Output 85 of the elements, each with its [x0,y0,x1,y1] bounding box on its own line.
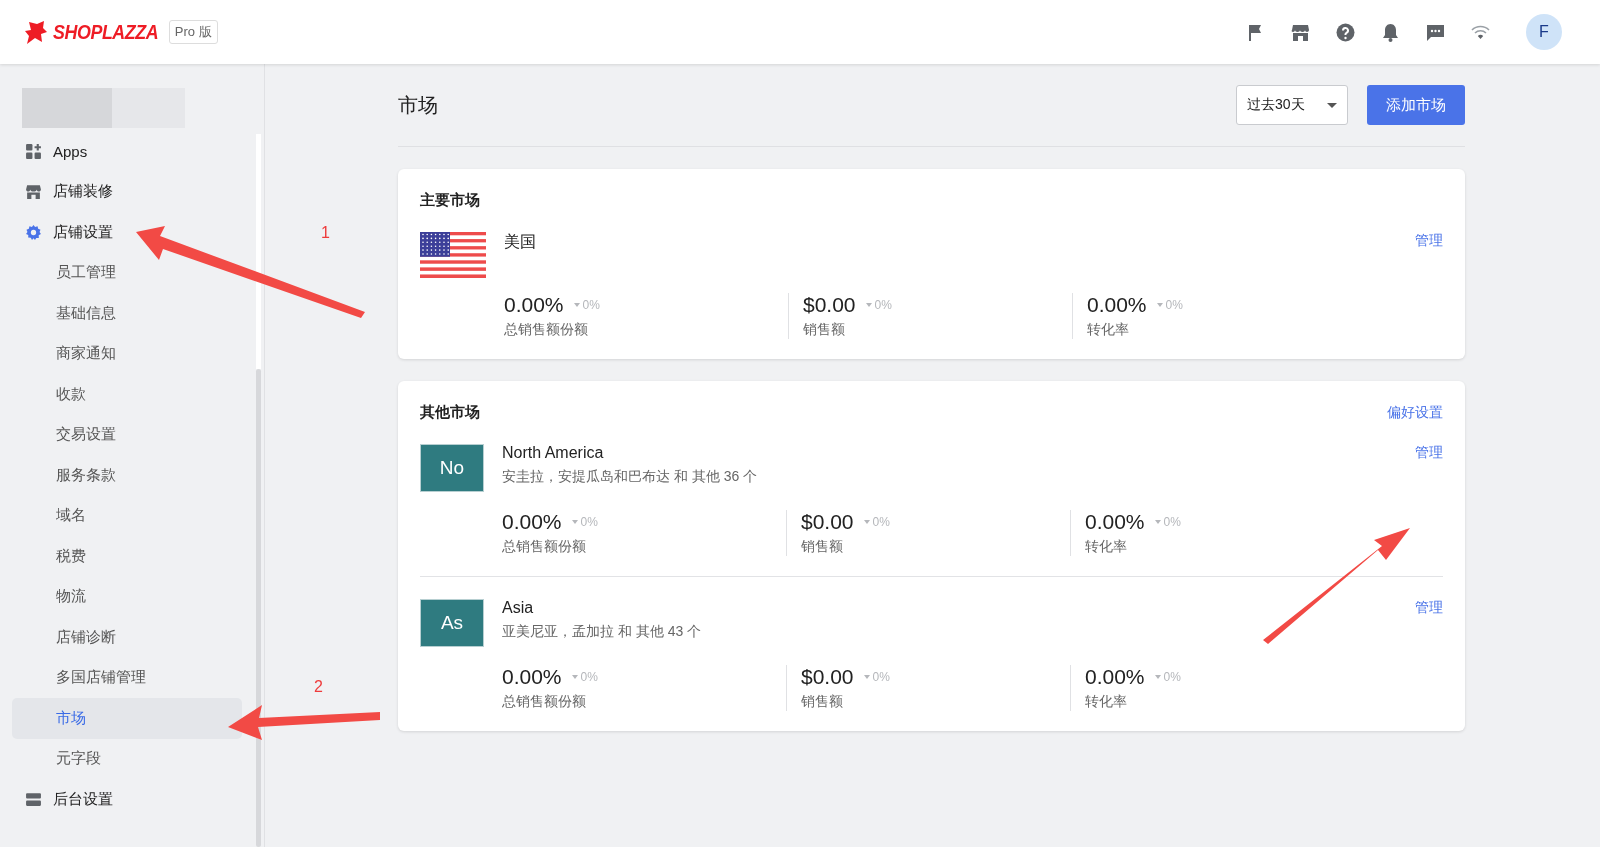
manage-link[interactable]: 管理 [1415,444,1443,462]
sidebar-subitem[interactable]: 域名 [12,495,242,536]
caret-down-icon [1154,675,1161,679]
change-percent: 0% [1163,670,1181,684]
metric-label: 总销售额份额 [502,538,587,556]
sidebar-subitem[interactable]: 市场 [12,698,242,739]
metric-label: 销售额 [801,693,844,711]
metric-value: 0.00% [502,665,562,689]
annotation-number: 2 [314,678,323,696]
change-percent: 0% [580,515,598,529]
caret-down-icon [865,303,872,307]
add-market-button[interactable]: 添加市场 [1367,85,1465,125]
caret-down-icon [573,303,580,307]
metric-label: 转化率 [1087,321,1130,339]
sidebar-subitem[interactable]: 交易设置 [12,414,242,455]
change-percent: 0% [874,298,892,312]
change-percent: 0% [1163,515,1181,529]
market-regions: 安圭拉，安提瓜岛和巴布达 和 其他 36 个 [502,468,759,486]
change-percent: 0% [872,670,890,684]
sidebar-subitem[interactable]: 收款 [12,374,242,415]
metric-label: 总销售额份额 [504,321,589,339]
caret-down-icon [863,675,870,679]
market-name: North America [502,444,604,462]
sidebar-subitem[interactable]: 商家通知 [12,333,242,374]
sidebar-subitem[interactable]: 员工管理 [12,252,242,293]
plan-badge: Pro 版 [168,20,218,44]
sidebar-subitem[interactable]: 服务条款 [12,455,242,496]
date-range-select[interactable]: 过去30天 [1236,85,1348,125]
metric-value: $0.00 [801,665,854,689]
metric-label: 转化率 [1085,693,1128,711]
caret-down-icon [1156,303,1163,307]
metric-label: 转化率 [1085,538,1128,556]
scrollbar[interactable] [256,369,261,847]
store-icon [25,183,42,201]
sidebar-subitem[interactable]: 税费 [12,536,242,577]
card-heading: 其他市场 [420,403,480,422]
caret-down-icon [1154,520,1161,524]
change-percent: 0% [1165,298,1183,312]
caret-down-icon [863,520,870,524]
sidebar-subitem[interactable]: 元字段 [12,738,242,779]
market-name: Asia [502,599,534,617]
help-icon[interactable] [1336,22,1355,42]
user-avatar[interactable]: F [1526,14,1562,50]
preferences-link[interactable]: 偏好设置 [1387,403,1443,422]
logo-icon [25,19,47,45]
metric-value: $0.00 [803,293,856,317]
sidebar-subitem[interactable]: 店铺诊断 [12,617,242,658]
metric-label: 销售额 [803,321,846,339]
change-percent: 0% [582,298,600,312]
caret-down-icon [571,675,578,679]
annotation-number: 1 [321,224,330,242]
metric-value: 0.00% [502,510,562,534]
manage-link[interactable]: 管理 [1415,232,1443,250]
settings-icon [25,223,42,241]
metric-value: 0.00% [1085,510,1145,534]
chat-icon[interactable] [1426,22,1445,42]
market-name: 美国 [504,232,536,252]
sidebar-item[interactable]: Apps [12,131,252,172]
flag-drawing [420,232,486,278]
apps-icon [25,142,42,160]
metric-label: 销售额 [801,538,844,556]
bell-icon[interactable] [1381,22,1400,42]
metric-value: 0.00% [1085,665,1145,689]
sidebar-item[interactable]: 后台设置 [12,779,252,820]
manage-link[interactable]: 管理 [1415,599,1443,617]
sidebar-subitem[interactable]: 多国店铺管理 [12,657,242,698]
sidebar-item[interactable]: 店铺设置 [12,212,252,253]
sidebar-item[interactable]: 店铺装修 [12,171,252,212]
metric-value: 0.00% [504,293,564,317]
sidebar-subitem[interactable]: 基础信息 [12,293,242,334]
metric-label: 总销售额份额 [502,693,587,711]
caret-down-icon [571,520,578,524]
store-icon[interactable] [1291,22,1310,42]
market-regions: 亚美尼亚，孟加拉 和 其他 43 个 [502,623,703,641]
logo-text: SHOPLAZZA [53,20,159,44]
metric-value: $0.00 [801,510,854,534]
page-title: 市场 [398,92,438,118]
change-percent: 0% [580,670,598,684]
server-icon [25,790,42,808]
metric-value: 0.00% [1087,293,1147,317]
market-badge: No [420,444,484,492]
card-heading: 主要市场 [420,191,480,210]
market-badge: As [420,599,484,647]
change-percent: 0% [872,515,890,529]
sidebar-subitem[interactable]: 物流 [12,576,242,617]
